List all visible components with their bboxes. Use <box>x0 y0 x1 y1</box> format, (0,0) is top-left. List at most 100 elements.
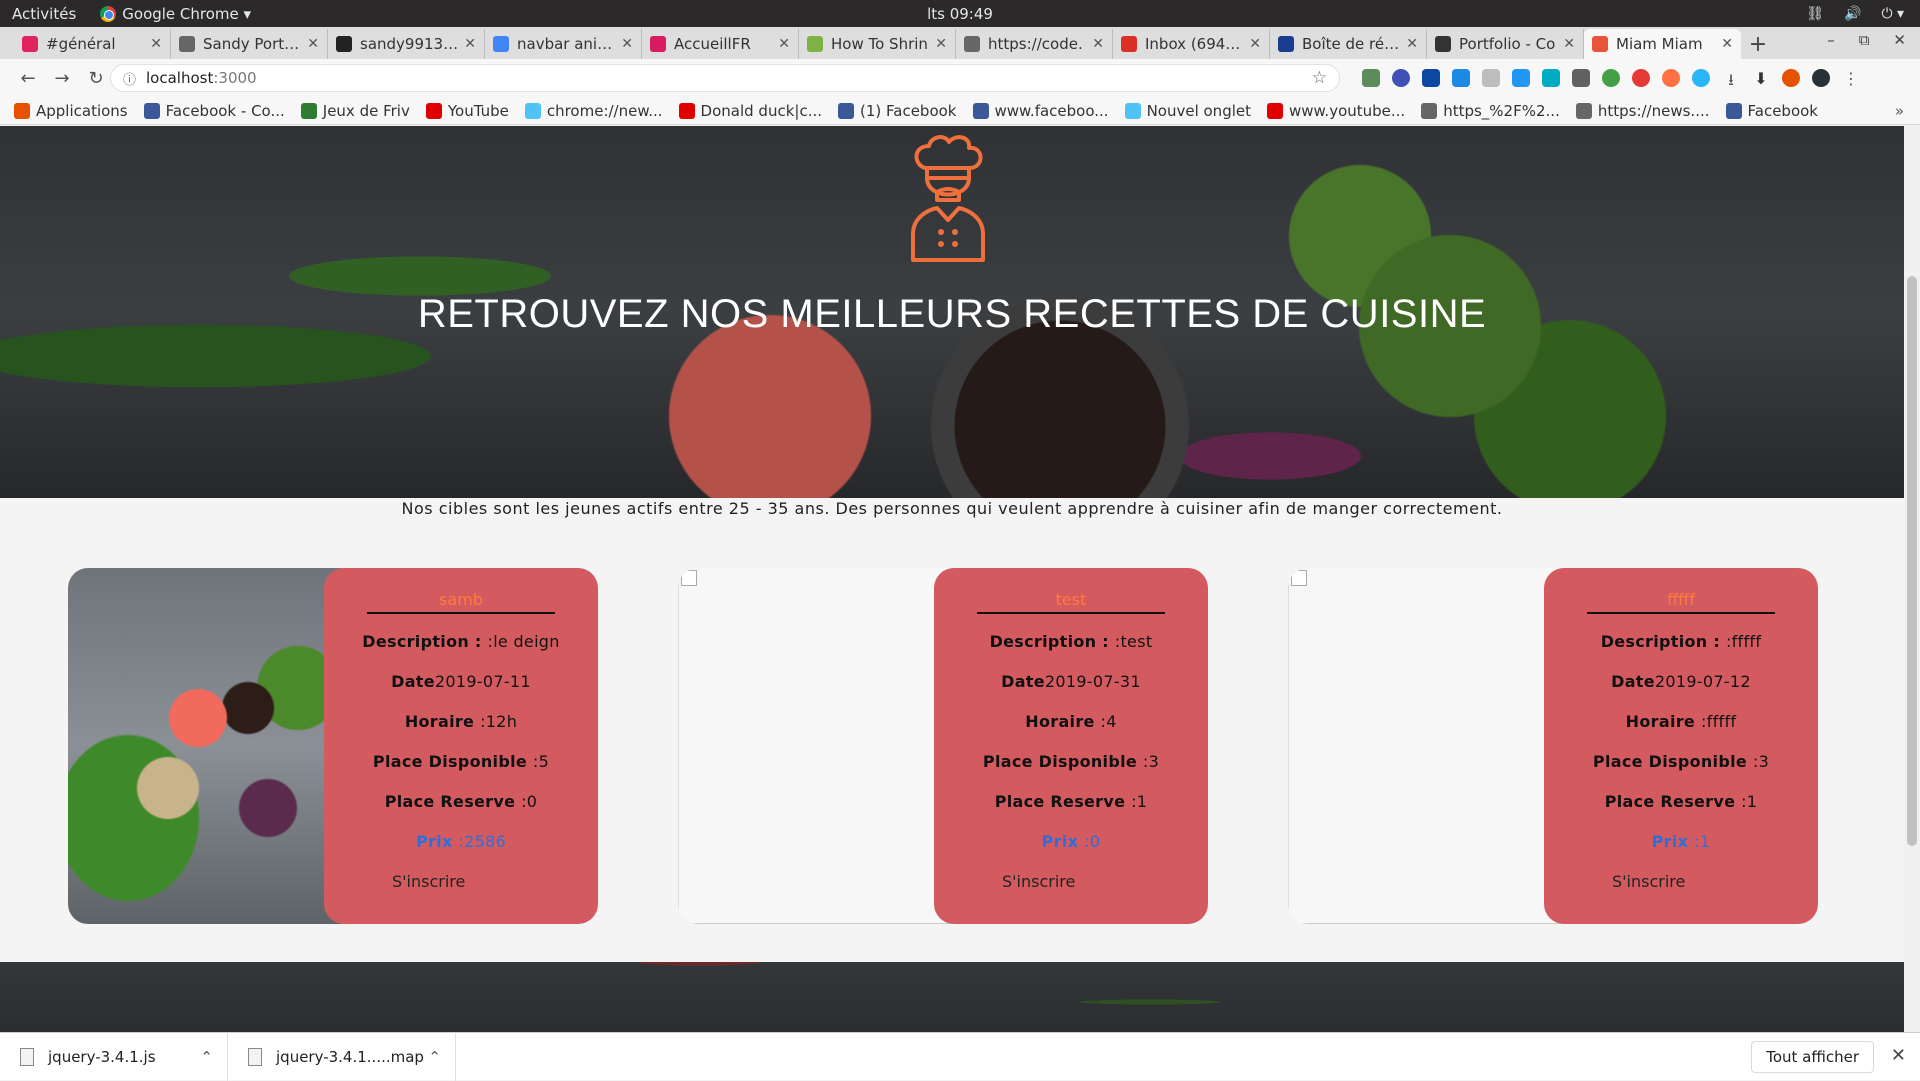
chevron-up-icon[interactable]: ⌃ <box>200 1048 213 1066</box>
sinscrire-button[interactable]: S'inscrire <box>392 872 465 891</box>
tab-close-icon[interactable]: ✕ <box>1406 36 1418 52</box>
browser-tab[interactable]: Sandy Portofo ✕ <box>171 29 328 59</box>
browser-tab[interactable]: navbar anima ✕ <box>485 29 642 59</box>
tab-close-icon[interactable]: ✕ <box>150 36 162 52</box>
extension-icon[interactable] <box>1452 69 1470 87</box>
browser-tab[interactable]: Miam Miam ✕ <box>1584 29 1741 59</box>
browser-tab[interactable]: AccueillFR ✕ <box>642 29 799 59</box>
chevron-up-icon[interactable]: ⌃ <box>428 1048 441 1066</box>
tab-close-icon[interactable]: ✕ <box>1563 36 1575 52</box>
bookmark-item[interactable]: https://news.... <box>1575 102 1710 120</box>
bookmark-favicon-icon <box>524 102 541 119</box>
bookmark-item[interactable]: Donald duck|c... <box>678 102 822 120</box>
site-info-icon[interactable]: ⓘ <box>123 69 136 88</box>
date-row: Date2019-07-11 <box>391 672 531 691</box>
extension-icon[interactable] <box>1422 69 1440 87</box>
address-bar[interactable]: ⓘ localhost:3000 ☆ <box>110 64 1340 92</box>
minimize-button[interactable]: – <box>1827 31 1835 49</box>
download-arrow-icon[interactable]: ⭳ <box>1722 69 1740 89</box>
download-item[interactable]: jquery-3.4.1.....map ⌃ <box>228 1032 456 1081</box>
tab-favicon-icon <box>964 36 980 52</box>
extension-icon[interactable] <box>1662 69 1680 87</box>
extension-icon[interactable] <box>1782 69 1800 87</box>
back-icon[interactable]: ← <box>14 68 42 89</box>
browser-tab[interactable]: How To Shrin ✕ <box>799 29 956 59</box>
bookmarks-overflow-button[interactable]: » <box>1895 102 1904 120</box>
extension-icon[interactable] <box>1362 69 1380 87</box>
bookmark-item[interactable]: Facebook - Co... <box>143 102 285 120</box>
show-all-downloads-button[interactable]: Tout afficher <box>1751 1041 1874 1073</box>
reload-icon[interactable]: ↻ <box>82 68 110 89</box>
bookmark-star-icon[interactable]: ☆ <box>1312 68 1327 88</box>
extension-icon[interactable] <box>1572 69 1590 87</box>
bookmark-item[interactable]: www.faceboo... <box>972 102 1109 120</box>
recipe-image <box>678 568 952 924</box>
app-menu[interactable]: Google Chrome ▾ <box>100 5 251 23</box>
bookmark-item[interactable]: (1) Facebook <box>838 102 957 120</box>
place-disponible-row: Place Disponible :3 <box>982 752 1160 771</box>
bookmark-item[interactable]: YouTube <box>425 102 509 120</box>
page-scrollbar[interactable] <box>1904 126 1920 1032</box>
menu-icon[interactable]: ⋮ <box>1842 69 1860 88</box>
bookmark-item[interactable]: Applications <box>14 102 128 120</box>
browser-tab[interactable]: Inbox (694) - r ✕ <box>1113 29 1270 59</box>
tab-close-icon[interactable]: ✕ <box>1721 36 1733 52</box>
download-shelf: jquery-3.4.1.js ⌃ jquery-3.4.1.....map ⌃… <box>0 1032 1920 1081</box>
download-item[interactable]: jquery-3.4.1.js ⌃ <box>0 1032 228 1081</box>
profile-avatar[interactable] <box>1812 69 1830 87</box>
tab-close-icon[interactable]: ✕ <box>1092 36 1104 52</box>
tab-close-icon[interactable]: ✕ <box>621 36 633 52</box>
forward-icon[interactable]: → <box>48 68 76 89</box>
url-port: :3000 <box>213 69 257 87</box>
extension-icon[interactable] <box>1542 69 1560 87</box>
network-icon[interactable]: ⛓ <box>1806 6 1824 22</box>
recipe-image <box>1288 568 1562 924</box>
scrollbar-thumb[interactable] <box>1907 276 1917 846</box>
maximize-button[interactable]: ⧉ <box>1859 31 1870 49</box>
activities-button[interactable]: Activités <box>12 5 76 23</box>
tab-close-icon[interactable]: ✕ <box>935 36 947 52</box>
bookmark-item[interactable]: chrome://new... <box>524 102 663 120</box>
bookmark-item[interactable]: Nouvel onglet <box>1124 102 1251 120</box>
extension-icon[interactable] <box>1392 69 1410 87</box>
browser-tab[interactable]: Portfolio - Co ✕ <box>1427 29 1584 59</box>
tab-close-icon[interactable]: ✕ <box>778 36 790 52</box>
chrome-icon <box>100 5 117 22</box>
system-tray[interactable]: ⛓ 🔊 ⏻ ▾ <box>1806 6 1904 22</box>
bookmark-item[interactable]: https_%2F%2... <box>1421 102 1560 120</box>
tab-close-icon[interactable]: ✕ <box>464 36 476 52</box>
tab-close-icon[interactable]: ✕ <box>1249 36 1261 52</box>
browser-tab[interactable]: Boîte de récep ✕ <box>1270 29 1427 59</box>
bookmark-item[interactable]: www.youtube... <box>1267 102 1405 120</box>
extension-icon[interactable] <box>1692 69 1710 87</box>
new-tab-button[interactable]: + <box>1741 29 1775 59</box>
footer-banner <box>0 962 1904 1032</box>
tab-favicon-icon <box>179 36 195 52</box>
tab-favicon-icon <box>1592 36 1608 52</box>
browser-tab[interactable]: sandy99135/a ✕ <box>328 29 485 59</box>
sinscrire-button[interactable]: S'inscrire <box>1612 872 1685 891</box>
bookmark-item[interactable]: Facebook <box>1725 102 1818 120</box>
close-window-button[interactable]: ✕ <box>1893 31 1906 49</box>
date-row: Date2019-07-12 <box>1611 672 1751 691</box>
close-icon[interactable]: ✕ <box>1891 1045 1906 1066</box>
power-icon[interactable]: ⏻ ▾ <box>1881 6 1904 22</box>
tab-close-icon[interactable]: ✕ <box>307 36 319 52</box>
prix-row: Prix :2586 <box>415 832 507 851</box>
extension-icon[interactable] <box>1482 69 1500 87</box>
tab-favicon-icon <box>493 36 509 52</box>
extension-icon[interactable] <box>1632 69 1650 87</box>
extension-icon[interactable] <box>1512 69 1530 87</box>
browser-toolbar: ← → ↻ ⓘ localhost:3000 ☆ ⭳ ⬇ ⋮ <box>0 59 1920 97</box>
app-menu-label: Google Chrome ▾ <box>122 4 252 23</box>
browser-tab[interactable]: #général ✕ <box>14 29 171 59</box>
bookmark-item[interactable]: Jeux de Friv <box>300 102 410 120</box>
sinscrire-button[interactable]: S'inscrire <box>1002 872 1075 891</box>
volume-icon[interactable]: 🔊 <box>1844 6 1861 22</box>
extension-icon[interactable] <box>1602 69 1620 87</box>
browser-tab[interactable]: https://code. ✕ <box>956 29 1113 59</box>
clock[interactable]: lts 09:49 <box>927 5 993 23</box>
bookmark-favicon-icon <box>1421 102 1438 119</box>
download-icon[interactable]: ⬇ <box>1752 69 1770 88</box>
bookmark-favicon-icon <box>14 102 30 119</box>
